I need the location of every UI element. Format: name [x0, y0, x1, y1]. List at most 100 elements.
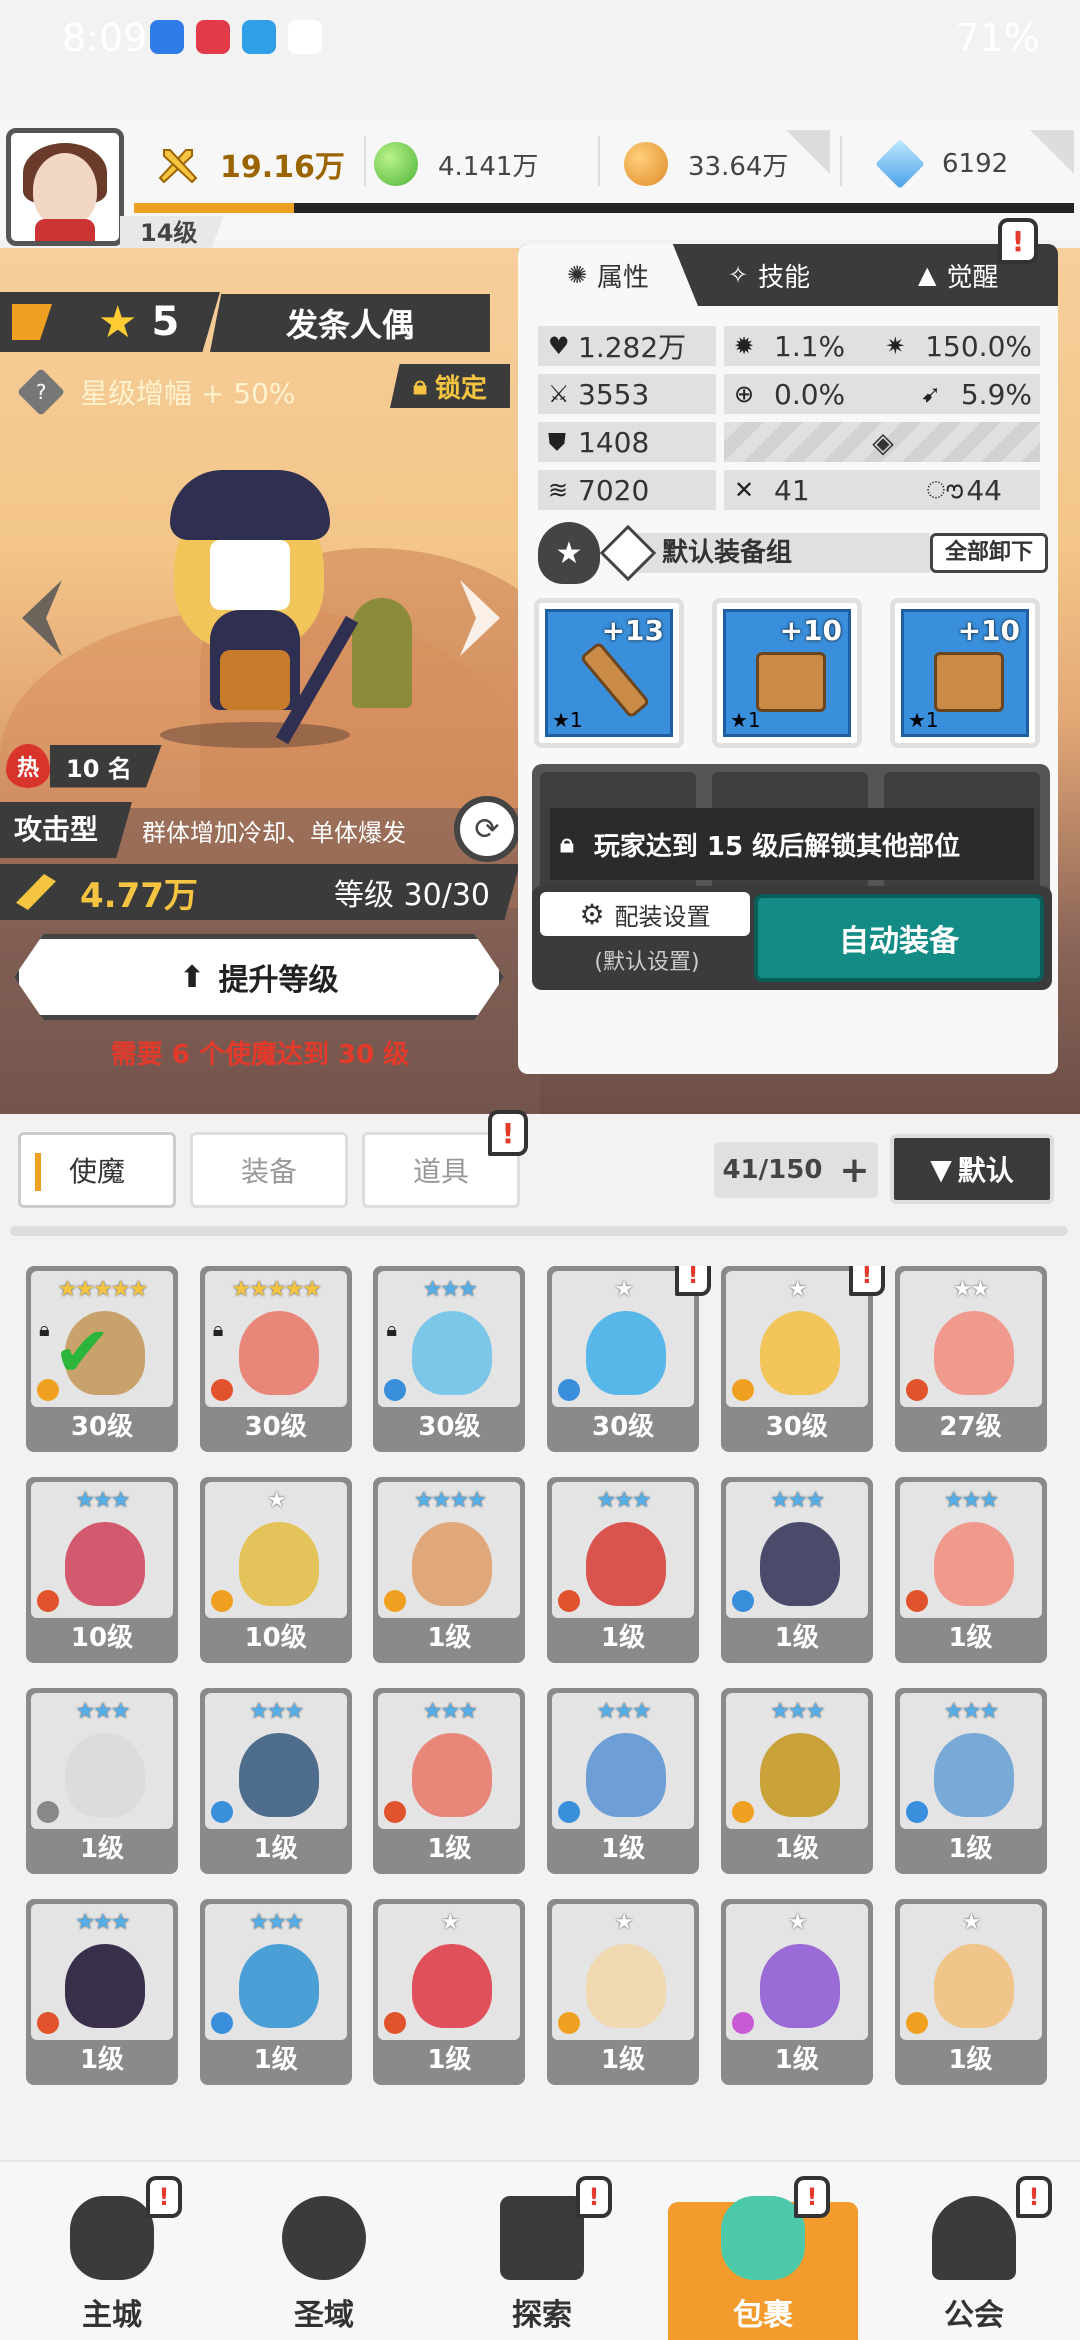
- familiar-level: 1级: [948, 1623, 993, 1653]
- tab-awaken[interactable]: ▲ 觉醒: [918, 244, 998, 306]
- familiar-level: 1级: [253, 1834, 298, 1864]
- nav-label: 包裹: [733, 2298, 793, 2333]
- familiar-card[interactable]: ★★★ 1级: [720, 1688, 873, 1874]
- familiar-portrait: ★★: [899, 1271, 1042, 1407]
- lock-button[interactable]: 🔒︎ 锁定: [390, 364, 510, 408]
- tab-familiars[interactable]: 使魔: [18, 1132, 176, 1208]
- element-icon: [905, 1379, 928, 1401]
- familiar-card[interactable]: ★★★ 1级: [199, 1899, 352, 2085]
- nav-label: 主城: [82, 2298, 142, 2333]
- element-icon: [384, 1379, 407, 1401]
- familiar-card[interactable]: ★★★ 1级: [547, 1477, 700, 1663]
- nav-sanctuary[interactable]: 圣域: [234, 2162, 414, 2340]
- slime-bag-icon: [721, 2196, 805, 2280]
- gold-coin-icon: [624, 142, 668, 186]
- element-icon: [210, 1379, 233, 1401]
- alert-badge: !: [794, 2176, 830, 2218]
- rotate-icon[interactable]: ⟳: [454, 796, 520, 862]
- familiar-card[interactable]: ★★★★★ 🔒︎ ✔ 30级: [26, 1266, 178, 1452]
- familiar-stars: ★: [961, 1910, 982, 1935]
- tab-equipment[interactable]: 装备: [190, 1132, 348, 1208]
- familiar-stars: ★★★: [249, 1910, 304, 1935]
- unequip-all-button[interactable]: 全部卸下: [929, 533, 1048, 573]
- swords-icon: [156, 142, 200, 186]
- familiar-card[interactable]: ★ 1级: [894, 1899, 1047, 2085]
- familiar-level: 30级: [70, 1412, 134, 1442]
- upgrade-level-button[interactable]: ⬆ 提升等级: [14, 934, 504, 1020]
- familiar-card[interactable]: ★★★ 1级: [547, 1688, 700, 1874]
- familiar-card[interactable]: ★★★ 1级: [199, 1688, 352, 1874]
- familiar-card[interactable]: ★ 10级: [199, 1477, 352, 1663]
- familiar-portrait: ★: [725, 1271, 868, 1407]
- familiar-card[interactable]: ★ 1级: [373, 1899, 526, 2085]
- familiar-character: [65, 1522, 145, 1606]
- config-settings-button[interactable]: ⚙ 配装设置: [540, 892, 750, 936]
- green-orb-icon: [374, 142, 418, 186]
- equipment-slot-weapon[interactable]: +13 ★1: [534, 598, 684, 748]
- familiar-character: [238, 1944, 319, 2028]
- hero-description: 群体增加冷却、单体爆发: [142, 818, 407, 847]
- equipment-slot-helmet[interactable]: +10 ★1: [712, 598, 862, 748]
- hero-mask: [210, 540, 290, 610]
- hero-level: 等级 30/30: [334, 878, 490, 913]
- familiar-stars: ★: [440, 1910, 461, 1935]
- star-bonus: ? 星级增幅 + 50%: [16, 367, 296, 417]
- alert-badge: !: [998, 218, 1038, 264]
- collection-count[interactable]: 41/150 +: [714, 1142, 878, 1198]
- stat-crit-group: ✹ 1.1% ✷ 150.0%: [724, 326, 1040, 366]
- familiar-card[interactable]: ★★★ 1级: [894, 1477, 1047, 1663]
- sword-stone-icon: [500, 2196, 584, 2280]
- nav-label: 公会: [944, 2298, 1004, 2333]
- help-icon[interactable]: ?: [16, 367, 66, 417]
- familiar-character: [412, 1522, 493, 1606]
- element-icon: [37, 2012, 59, 2034]
- familiar-character: [759, 1522, 840, 1606]
- familiar-card[interactable]: ★★★★★ 🔒︎ 30级: [199, 1266, 352, 1452]
- familiar-character: [933, 1733, 1014, 1817]
- familiar-portrait: ★: [899, 1904, 1042, 2040]
- familiar-character: [586, 1522, 667, 1606]
- sort-dropdown[interactable]: ▼ 默认: [890, 1134, 1054, 1204]
- sun-icon: ✷: [885, 332, 906, 360]
- familiar-card[interactable]: ★★★ 1级: [26, 1688, 178, 1874]
- scroll-divider: [10, 1226, 1068, 1236]
- familiar-stars: ★★★: [770, 1488, 825, 1513]
- familiar-portrait: ★: [378, 1904, 521, 2040]
- heart-icon: ♥: [548, 332, 570, 360]
- alert-badge: !: [146, 2176, 182, 2218]
- alert-badge: !: [576, 2176, 612, 2218]
- element-icon: [731, 1590, 754, 1612]
- familiar-card[interactable]: ★★★ 10级: [26, 1477, 178, 1663]
- green-value: 4.141万: [438, 151, 539, 182]
- element-icon: [731, 2012, 754, 2034]
- equipment-slot-armor[interactable]: +10 ★1: [890, 598, 1040, 748]
- rank-icon: [12, 304, 52, 340]
- hot-rank[interactable]: 热 10 名: [6, 744, 162, 788]
- familiar-card[interactable]: ★★★ 1级: [720, 1477, 873, 1663]
- auto-equip-button[interactable]: 自动装备: [754, 894, 1044, 982]
- tab-attributes[interactable]: ✺ 属性: [518, 244, 698, 306]
- familiar-card[interactable]: ★★★ 1级: [26, 1899, 178, 2085]
- familiar-card[interactable]: ★ 1级: [547, 1899, 700, 2085]
- familiar-card[interactable]: ★★★ 🔒︎ 30级: [373, 1266, 526, 1452]
- familiar-card[interactable]: ★★★ 1级: [373, 1688, 526, 1874]
- familiar-card[interactable]: ★ 1级: [720, 1899, 873, 2085]
- familiar-card[interactable]: ★★★★ 1级: [373, 1477, 526, 1663]
- equipment-set-name[interactable]: 默认装备组: [632, 533, 930, 573]
- familiar-card[interactable]: ★ 30级!: [547, 1266, 712, 1452]
- hot-rank-text: 10 名: [50, 744, 162, 788]
- stat-value: 1.1%: [774, 329, 846, 363]
- cactus-decoration: [352, 598, 412, 708]
- familiar-card[interactable]: ★★★ 1级: [894, 1688, 1047, 1874]
- element-icon: [905, 2012, 928, 2034]
- familiar-card[interactable]: ★ 30级!: [720, 1266, 885, 1452]
- alert-badge: !: [1016, 2176, 1052, 2218]
- familiar-stars: ★★★: [943, 1488, 999, 1513]
- tab-skills[interactable]: ✧ 技能: [728, 244, 810, 306]
- config-sub-label: (默认设置): [594, 950, 700, 975]
- divider: [598, 136, 600, 186]
- familiar-card[interactable]: ★★ 27级: [894, 1266, 1047, 1452]
- player-avatar[interactable]: [6, 128, 124, 246]
- hero-stars-value: 5: [151, 299, 180, 345]
- nav-inventory[interactable]: 包裹: [668, 2196, 858, 2340]
